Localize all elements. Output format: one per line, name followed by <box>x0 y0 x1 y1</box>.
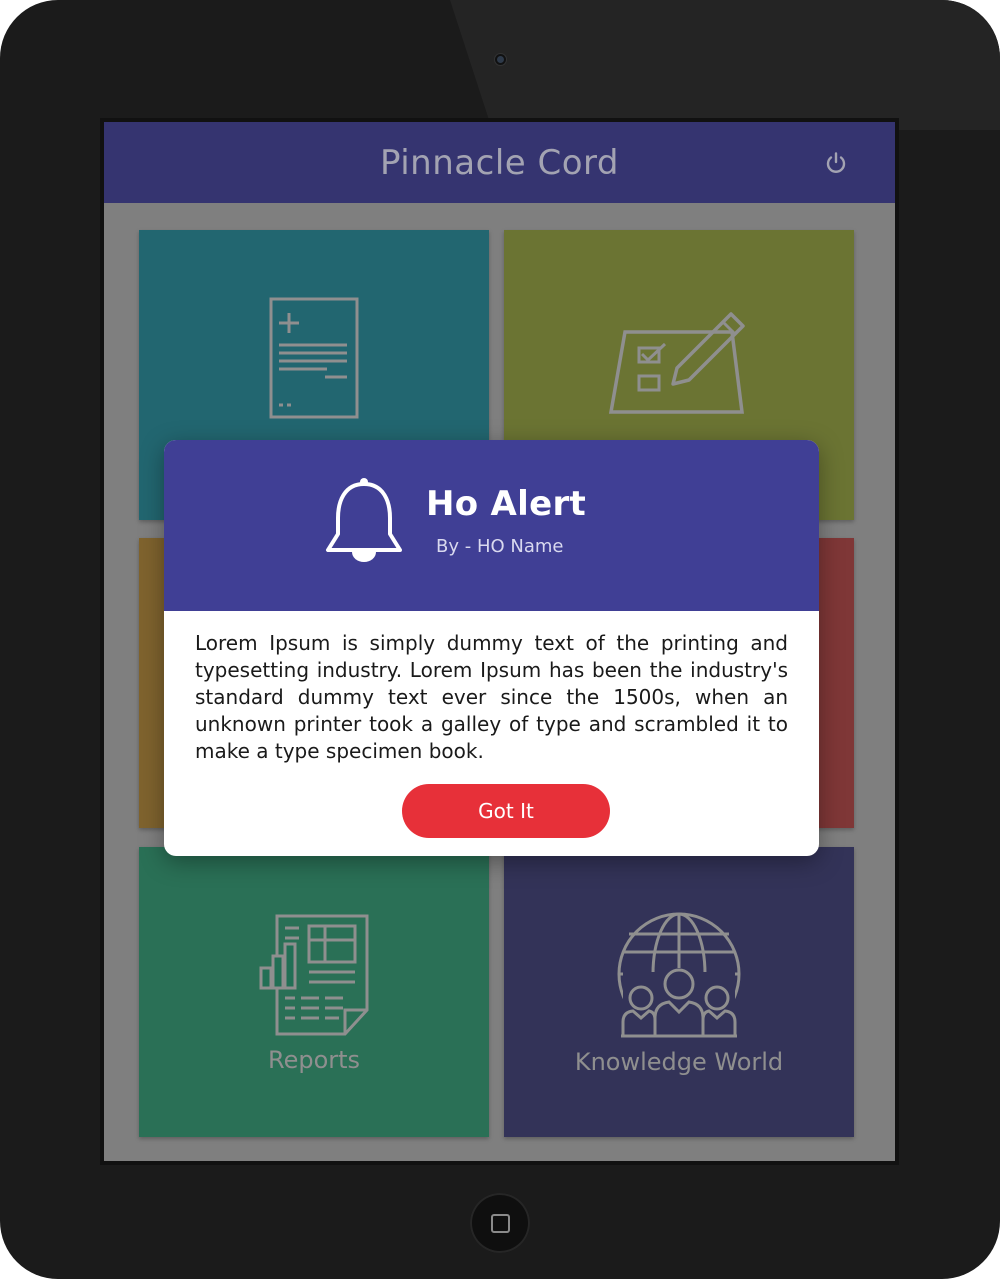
front-camera <box>495 54 506 65</box>
app-header: Pinnacle Cord <box>104 122 895 203</box>
globe-people-icon <box>617 912 741 1038</box>
checklist-pencil-icon <box>608 312 745 414</box>
dialog-message: Lorem Ipsum is simply dummy text of the … <box>195 631 788 763</box>
tablet-frame: Pinnacle Cord Reports Knowledge World Ho… <box>0 0 1000 1279</box>
tile-knowledge-world[interactable]: Knowledge World <box>504 847 854 1137</box>
dialog-subtitle: By - HO Name <box>436 536 564 557</box>
tile-label-reports: Reports <box>267 1046 361 1074</box>
bell-icon <box>326 478 402 562</box>
dialog-title: Ho Alert <box>426 484 587 524</box>
home-button[interactable] <box>470 1193 530 1253</box>
power-icon <box>826 152 846 173</box>
app-title: Pinnacle Cord <box>379 142 619 183</box>
dialog-header: Ho Alert By - HO Name <box>164 440 819 611</box>
got-it-button[interactable]: Got It <box>402 784 610 838</box>
tile-reports[interactable]: Reports <box>139 847 489 1137</box>
ho-alert-dialog: Ho Alert By - HO Name Lorem Ipsum is sim… <box>164 440 819 856</box>
home-button-icon <box>490 1213 510 1233</box>
frame-glare <box>450 0 1000 130</box>
power-button[interactable] <box>823 150 849 176</box>
tile-label-knowledge-world: Knowledge World <box>574 1048 784 1076</box>
report-chart-icon <box>259 914 369 1036</box>
document-add-icon <box>269 297 359 419</box>
